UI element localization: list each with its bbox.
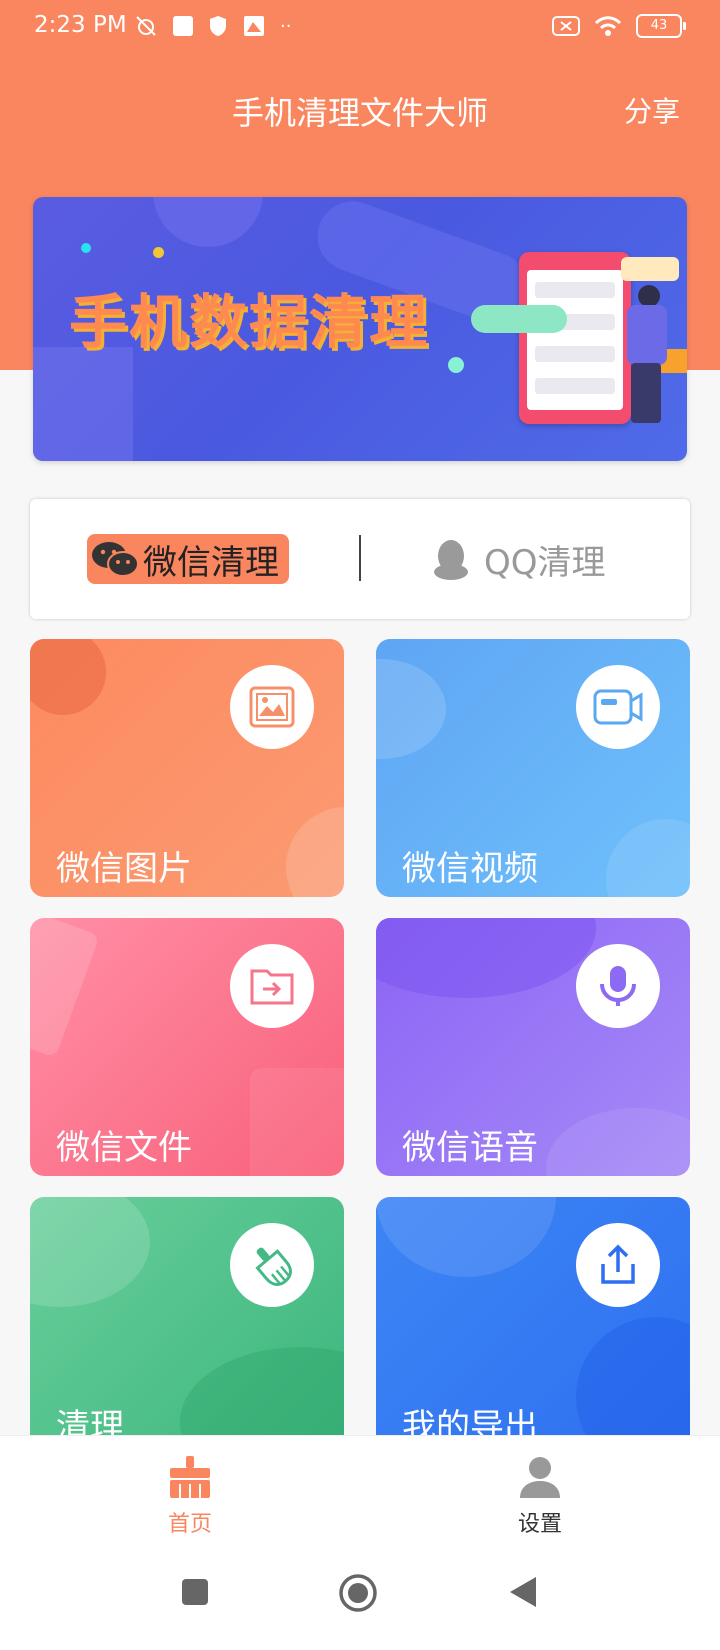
tile-label: 微信视频 (402, 849, 538, 889)
microphone-icon (576, 944, 660, 1028)
phone-illustration (519, 252, 631, 424)
share-export-icon (576, 1223, 660, 1307)
banner[interactable]: 手机数据清理 (33, 197, 687, 461)
banner-dot (81, 243, 91, 253)
nav-settings[interactable]: 设置 (500, 1456, 580, 1538)
tile-decoration (376, 918, 596, 998)
tile-my-export[interactable]: 我的导出 (376, 1197, 690, 1455)
circle-home-icon (339, 1574, 377, 1612)
status-bar: 2:23 PM ·· 43 (0, 0, 720, 54)
more-dots-icon: ·· (280, 15, 292, 37)
tile-label: 微信语音 (402, 1128, 538, 1168)
tab-wechat-label: 微信清理 (143, 542, 279, 583)
bottom-nav: 首页 设置 (0, 1435, 720, 1556)
person-illustration-board (621, 257, 679, 281)
share-button[interactable]: 分享 (624, 90, 680, 130)
shield-icon (210, 16, 226, 36)
tile-wechat-videos[interactable]: 微信视频 (376, 639, 690, 897)
recent-apps-button[interactable] (180, 1577, 210, 1611)
tab-qq-clean[interactable]: QQ清理 (432, 535, 606, 584)
phone-screen-bar (535, 378, 615, 394)
triangle-back-icon (510, 1577, 536, 1607)
person-illustration-head (638, 285, 660, 307)
tile-decoration (30, 918, 100, 1058)
image-icon (230, 665, 314, 749)
broom-brush-icon (170, 1456, 210, 1498)
tile-decoration (546, 1108, 690, 1176)
video-icon (576, 665, 660, 749)
tab-divider (359, 535, 361, 581)
tile-decoration (250, 1068, 344, 1176)
tile-wechat-voice[interactable]: 微信语音 (376, 918, 690, 1176)
qq-icon (434, 539, 468, 580)
back-button[interactable] (508, 1575, 538, 1613)
person-illustration-body (627, 305, 667, 365)
phone-screen-bar (535, 282, 615, 298)
system-nav-bar (0, 1555, 720, 1650)
tile-decoration (606, 819, 690, 897)
image-notification-icon (244, 16, 264, 36)
phone-screen (527, 270, 623, 410)
nav-settings-label: 设置 (517, 1512, 562, 1537)
tile-decoration (376, 659, 446, 759)
home-button[interactable] (338, 1573, 378, 1617)
status-right-icons: 43 (552, 14, 686, 38)
square-icon (182, 1579, 208, 1605)
tab-wechat-clean[interactable]: 微信清理 (87, 534, 289, 584)
status-left-icons: ·· (134, 14, 291, 38)
sim-off-icon (552, 16, 580, 36)
tile-wechat-images[interactable]: 微信图片 (30, 639, 344, 897)
banner-pill (471, 305, 567, 333)
tile-label: 微信图片 (56, 849, 192, 889)
tab-qq-label: QQ清理 (484, 543, 606, 583)
banner-dot (448, 357, 464, 373)
broom-icon (230, 1223, 314, 1307)
tile-decoration (30, 1197, 150, 1307)
nav-home-label: 首页 (167, 1512, 212, 1537)
alarm-off-icon (136, 16, 156, 36)
tabs-card: 微信清理 QQ清理 (30, 499, 690, 619)
banner-decoration (33, 347, 133, 461)
tile-label: 微信文件 (56, 1128, 192, 1168)
phone-screen-bar (535, 346, 615, 362)
square-notification-icon (173, 16, 193, 36)
tile-decoration (286, 807, 344, 897)
tile-decoration (30, 639, 106, 715)
tile-clean[interactable]: 清理 (30, 1197, 344, 1455)
banner-title: 手机数据清理 (69, 288, 430, 356)
battery-level: 43 (650, 18, 668, 33)
wechat-icon (87, 534, 143, 584)
app-title: 手机清理文件大师 (231, 94, 488, 132)
banner-dot (153, 247, 164, 258)
user-icon (520, 1457, 560, 1498)
status-time: 2:23 PM (34, 12, 127, 38)
nav-home[interactable]: 首页 (150, 1456, 230, 1538)
battery-icon: 43 (636, 14, 686, 38)
banner-decoration (153, 197, 263, 247)
file-icon (230, 944, 314, 1028)
wifi-icon (594, 16, 622, 36)
tile-decoration (376, 1197, 556, 1277)
tile-wechat-files[interactable]: 微信文件 (30, 918, 344, 1176)
person-illustration-legs (631, 363, 661, 423)
